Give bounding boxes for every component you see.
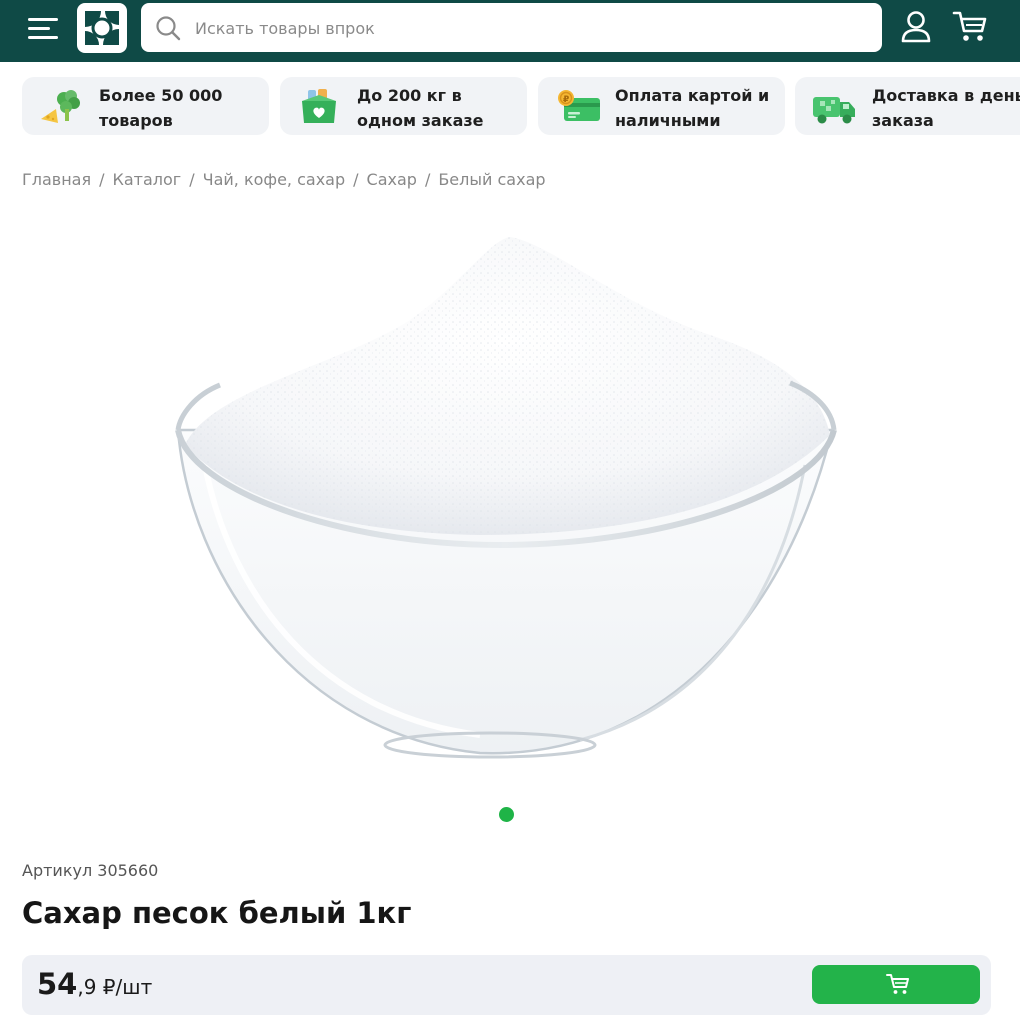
breadcrumb-item-current: Белый сахар <box>438 170 546 189</box>
breadcrumb-item-catalog[interactable]: Каталог <box>113 170 182 189</box>
breadcrumb: Главная / Каталог / Чай, кофе, сахар / Сахар / Б… <box>22 170 546 189</box>
search-icon[interactable] <box>155 15 181 41</box>
feature-text: Более 50 000 товаров <box>99 86 223 130</box>
product-article: Артикул 305660 <box>22 861 159 880</box>
price-unit: ₽/шт <box>96 975 153 999</box>
price-fraction: ,9 <box>77 975 97 999</box>
top-header <box>0 0 1020 62</box>
breadcrumb-item-home[interactable]: Главная <box>22 170 91 189</box>
svg-text:₽: ₽ <box>563 95 569 105</box>
cart-icon[interactable] <box>952 9 988 45</box>
feature-text: Доставка в день заказа <box>872 86 1020 130</box>
feature-text: Оплата картой и наличными <box>615 86 770 130</box>
feature-text: До 200 кг в одном заказе <box>357 86 484 130</box>
product-price: 54,9 ₽/шт <box>37 967 152 1001</box>
package-icon <box>302 89 336 123</box>
search-input[interactable] <box>195 11 865 45</box>
gallery-dot-active[interactable] <box>499 807 514 822</box>
price-bar: 54,9 ₽/шт <box>22 955 991 1015</box>
features-row: Более 50 000 товаров До 200 кг в одном з… <box>22 77 1020 135</box>
product-title: Сахар песок белый 1кг <box>22 896 412 930</box>
add-to-cart-button[interactable] <box>812 965 980 1004</box>
breadcrumb-item-sugar[interactable]: Сахар <box>367 170 417 189</box>
delivery-truck-icon <box>813 97 855 124</box>
feature-products-count[interactable]: Более 50 000 товаров <box>22 77 269 135</box>
feature-payment[interactable]: ₽ Оплата картой и наличными <box>538 77 785 135</box>
feature-delivery[interactable]: Доставка в день заказа <box>795 77 1020 135</box>
breadcrumb-item-tea-coffee-sugar[interactable]: Чай, кофе, сахар <box>203 170 346 189</box>
product-image[interactable] <box>150 215 870 785</box>
search-bar <box>141 3 882 52</box>
store-logo[interactable] <box>77 3 127 53</box>
groceries-icon <box>41 90 80 123</box>
feature-max-weight[interactable]: До 200 кг в одном заказе <box>280 77 527 135</box>
cart-icon <box>886 974 909 994</box>
user-icon[interactable] <box>900 10 932 44</box>
menu-icon[interactable] <box>28 16 60 40</box>
price-integer: 54 <box>37 967 78 1001</box>
payment-card-icon: ₽ <box>558 90 600 121</box>
